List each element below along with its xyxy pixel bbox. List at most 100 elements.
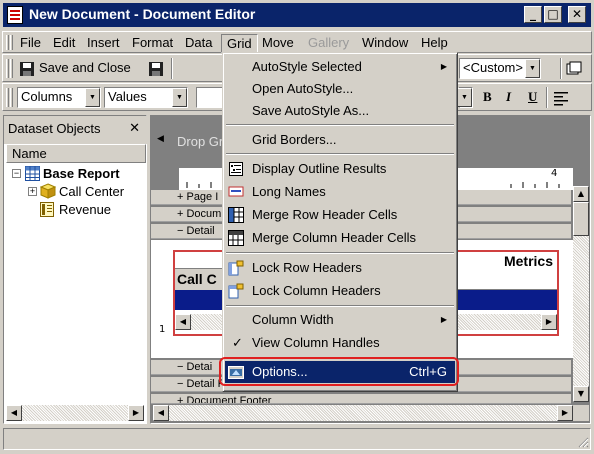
menu-lock-row-headers[interactable]: Lock Row Headers bbox=[225, 257, 455, 279]
menu-grid[interactable]: Grid bbox=[221, 34, 258, 53]
drop-zone-text: Drop Gr bbox=[177, 134, 224, 149]
canvas-scroll-right[interactable]: ▶ bbox=[557, 405, 573, 421]
chevron-down-icon[interactable]: ▼ bbox=[525, 59, 540, 78]
menu-format[interactable]: Format bbox=[127, 34, 178, 53]
menu-merge-row-header-cells[interactable]: Merge Row Header Cells bbox=[225, 204, 455, 226]
close-button[interactable]: ✕ bbox=[568, 6, 586, 23]
menu-merge-column-header-cells[interactable]: Merge Column Header Cells bbox=[225, 227, 455, 249]
merge-row-icon bbox=[228, 207, 244, 223]
chevron-down-icon[interactable]: ▼ bbox=[85, 88, 100, 107]
scroll-down-button[interactable]: ▼ bbox=[573, 386, 589, 402]
pane-title: Dataset Objects bbox=[8, 121, 101, 136]
menu-save-autostyle-as[interactable]: Save AutoStyle As... bbox=[225, 100, 455, 122]
values-combo-value: Values bbox=[108, 89, 147, 104]
values-combo[interactable]: Values ▼ bbox=[104, 87, 188, 108]
menu-autostyle-selected[interactable]: AutoStyle Selected ▶ bbox=[225, 56, 455, 78]
metric-icon bbox=[40, 202, 54, 217]
toolbar2-separator bbox=[546, 87, 548, 108]
dataset-objects-pane: Dataset Objects ✕ Name − Base Report + C… bbox=[3, 115, 148, 424]
menu-move[interactable]: Move bbox=[257, 34, 299, 53]
size-combo[interactable]: ▼ bbox=[457, 87, 473, 108]
menu-grid-borders[interactable]: Grid Borders... bbox=[225, 129, 455, 151]
toolbar-separator-2 bbox=[560, 58, 562, 79]
submenu-arrow-icon: ▶ bbox=[440, 315, 447, 324]
italic-button[interactable]: I bbox=[506, 89, 511, 105]
annotation-highlight-ring bbox=[219, 357, 459, 386]
columns-combo-value: Columns bbox=[21, 89, 73, 104]
close-pane-icon[interactable]: ✕ bbox=[129, 120, 140, 136]
scroll-right-button[interactable]: ▶ bbox=[128, 405, 144, 421]
title-bar: New Document - Document Editor _ □ ✕ bbox=[0, 0, 594, 30]
outline-icon bbox=[229, 162, 243, 176]
menu-display-outline-results[interactable]: Display Outline Results bbox=[225, 158, 455, 180]
name-column-header[interactable]: Name bbox=[6, 144, 146, 163]
vertical-scroll-thumb[interactable] bbox=[573, 202, 589, 236]
save-and-close-button[interactable]: Save and Close bbox=[17, 59, 157, 79]
menu-separator bbox=[226, 124, 454, 126]
horizontal-scrollbar-track[interactable] bbox=[22, 405, 128, 421]
scroll-up-button[interactable]: ▲ bbox=[573, 186, 589, 202]
menu-item-label: Lock Row Headers bbox=[252, 260, 362, 275]
menu-lock-column-headers[interactable]: Lock Column Headers bbox=[225, 280, 455, 302]
menu-data[interactable]: Data bbox=[180, 34, 217, 53]
vertical-scrollbar-track[interactable] bbox=[573, 236, 589, 386]
save-icon[interactable] bbox=[148, 61, 164, 77]
menu-item-label: Grid Borders... bbox=[252, 132, 337, 147]
expand-icon[interactable]: + bbox=[28, 187, 37, 196]
maximize-button[interactable]: □ bbox=[544, 6, 562, 23]
menu-view-column-handles[interactable]: ✓ View Column Handles bbox=[225, 332, 455, 354]
grid-menu-dropdown: AutoStyle Selected ▶ Open AutoStyle... S… bbox=[222, 52, 458, 392]
canvas-scroll-left[interactable]: ◀ bbox=[153, 405, 169, 421]
chevron-down-icon[interactable]: ▼ bbox=[172, 88, 187, 107]
window-layout-icon[interactable] bbox=[566, 61, 582, 77]
submenu-arrow-icon: ▶ bbox=[440, 62, 447, 71]
grid-scroll-right[interactable]: ▶ bbox=[541, 314, 557, 330]
band-document-footer[interactable]: + Document Footer bbox=[151, 394, 571, 404]
lock-row-icon bbox=[228, 260, 244, 276]
underline-button[interactable]: U bbox=[528, 89, 537, 105]
autostyle-combo[interactable]: <Custom> ▼ bbox=[459, 58, 541, 79]
grid-scroll-left[interactable]: ◀ bbox=[175, 314, 191, 330]
menu-item-label: Save AutoStyle As... bbox=[252, 103, 370, 118]
menu-edit[interactable]: Edit bbox=[48, 34, 80, 53]
chevron-down-icon[interactable]: ▼ bbox=[457, 88, 472, 107]
menubar-grip[interactable] bbox=[6, 35, 9, 50]
menu-file[interactable]: File bbox=[15, 34, 46, 53]
toolbar-grip[interactable] bbox=[6, 59, 9, 78]
autostyle-combo-value: <Custom> bbox=[463, 60, 523, 75]
resize-grip-icon[interactable] bbox=[577, 436, 589, 448]
merge-column-icon bbox=[228, 230, 244, 246]
canvas-horizontal-track[interactable] bbox=[169, 405, 557, 421]
metrics-header[interactable]: Metrics bbox=[504, 253, 553, 269]
align-left-icon[interactable] bbox=[553, 90, 569, 106]
long-names-icon bbox=[228, 186, 244, 197]
menu-bar: File Edit Insert Format Data Grid Move G… bbox=[2, 31, 592, 53]
floppy-disk-icon bbox=[20, 62, 34, 76]
tree-label: Revenue bbox=[59, 202, 112, 217]
menu-insert[interactable]: Insert bbox=[82, 34, 125, 53]
menu-column-width[interactable]: Column Width ▶ bbox=[225, 309, 455, 331]
band-label: − Detai bbox=[177, 361, 213, 373]
tree-label: Base Report bbox=[43, 166, 120, 181]
document-app-icon[interactable] bbox=[7, 6, 23, 24]
menu-item-label: Column Width bbox=[252, 312, 334, 327]
columns-combo[interactable]: Columns ▼ bbox=[17, 87, 101, 108]
band-label: + Docum bbox=[177, 208, 222, 220]
band-label: − Detail bbox=[177, 225, 215, 237]
attribute-cube-icon bbox=[40, 183, 56, 199]
minimize-button[interactable]: _ bbox=[524, 6, 542, 23]
menu-open-autostyle[interactable]: Open AutoStyle... bbox=[225, 78, 455, 100]
bold-button[interactable]: B bbox=[483, 89, 492, 105]
checkmark-icon: ✓ bbox=[232, 335, 243, 350]
tree-label: Call Center bbox=[59, 184, 125, 199]
menu-window[interactable]: Window bbox=[357, 34, 413, 53]
toolbar2-grip-2 bbox=[10, 88, 13, 107]
toolbar2-grip[interactable] bbox=[6, 88, 9, 107]
menu-item-label: Open AutoStyle... bbox=[252, 81, 354, 96]
collapse-icon[interactable]: − bbox=[12, 169, 21, 178]
menu-long-names[interactable]: Long Names bbox=[225, 181, 455, 203]
menu-help[interactable]: Help bbox=[416, 34, 453, 53]
scroll-left-button[interactable]: ◀ bbox=[6, 405, 22, 421]
menu-item-label: View Column Handles bbox=[252, 335, 380, 350]
vertical-ruler-mark: 1 bbox=[159, 324, 166, 335]
